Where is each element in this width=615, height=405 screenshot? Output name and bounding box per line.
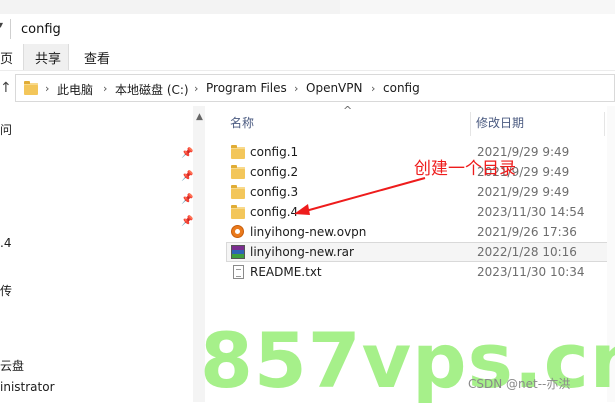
- tab-view[interactable]: 查看: [84, 48, 110, 67]
- pin-icon[interactable]: 📌: [181, 148, 193, 159]
- file-date: 2023/11/30 10:34: [477, 265, 585, 279]
- nav-item[interactable]: 问: [0, 121, 12, 138]
- up-arrow-icon[interactable]: ↑: [0, 80, 12, 96]
- folder-icon: [231, 205, 245, 219]
- credit-text: CSDN @net--亦洪: [468, 377, 571, 391]
- chevron-right-icon[interactable]: ›: [294, 82, 298, 95]
- pin-icon[interactable]: 📌: [181, 171, 193, 182]
- text-file-icon: [233, 265, 244, 279]
- chevron-right-icon: ›: [45, 82, 50, 95]
- breadcrumb-this-pc[interactable]: 此电脑: [57, 81, 93, 98]
- chevron-right-icon[interactable]: ›: [371, 82, 375, 95]
- file-name[interactable]: linyihong-new.rar: [250, 245, 354, 259]
- folder-icon: [231, 165, 245, 179]
- nav-item[interactable]: inistrator: [0, 380, 55, 394]
- tab-share-label: 共享: [35, 52, 62, 67]
- chevron-right-icon[interactable]: ›: [103, 82, 107, 95]
- file-date: 2022/1/28 10:16: [477, 245, 577, 259]
- chevron-right-icon[interactable]: ›: [194, 82, 198, 95]
- title-bar: [0, 14, 615, 45]
- annotation-arrow: [294, 177, 426, 215]
- scroll-up-icon[interactable]: ▲: [196, 112, 203, 122]
- breadcrumb-config[interactable]: config: [383, 81, 420, 95]
- nav-item[interactable]: .4: [0, 236, 11, 250]
- window-top-strip-right: [340, 0, 615, 14]
- folder-icon: [24, 81, 38, 95]
- column-header-date-modified[interactable]: 修改日期: [476, 114, 524, 131]
- tab-home-partial[interactable]: 页: [0, 48, 13, 67]
- file-name[interactable]: config.1: [250, 145, 298, 159]
- window-title: config: [21, 22, 61, 37]
- breadcrumb-local-disk[interactable]: 本地磁盘 (C:): [115, 81, 189, 98]
- file-date: 2023/11/30 14:54: [477, 205, 585, 219]
- sort-ascending-icon: ^: [343, 104, 353, 117]
- breadcrumb-openvpn[interactable]: OpenVPN: [306, 81, 362, 95]
- nav-item[interactable]: 云盘: [0, 357, 24, 374]
- file-name[interactable]: README.txt: [250, 265, 322, 279]
- quick-access-dropdown-icon[interactable]: ▾: [0, 20, 3, 31]
- file-name[interactable]: linyihong-new.ovpn: [250, 225, 366, 239]
- nav-item[interactable]: 传: [0, 282, 12, 299]
- winrar-icon: [231, 245, 245, 259]
- folder-icon: [231, 185, 245, 199]
- pin-icon[interactable]: 📌: [181, 194, 193, 205]
- openvpn-icon: [231, 225, 244, 238]
- column-divider[interactable]: [604, 112, 605, 136]
- column-header-name[interactable]: 名称: [230, 114, 254, 131]
- column-divider[interactable]: [470, 112, 471, 136]
- file-date: 2021/9/26 17:36: [477, 225, 577, 239]
- folder-icon: [231, 145, 245, 159]
- pin-icon[interactable]: 📌: [181, 216, 193, 227]
- tab-share[interactable]: 共享: [23, 44, 69, 70]
- title-separator: [10, 19, 11, 39]
- navigation-pane: [0, 106, 205, 402]
- breadcrumb-program-files[interactable]: Program Files: [206, 81, 287, 95]
- file-date: 2021/9/29 9:49: [477, 185, 570, 199]
